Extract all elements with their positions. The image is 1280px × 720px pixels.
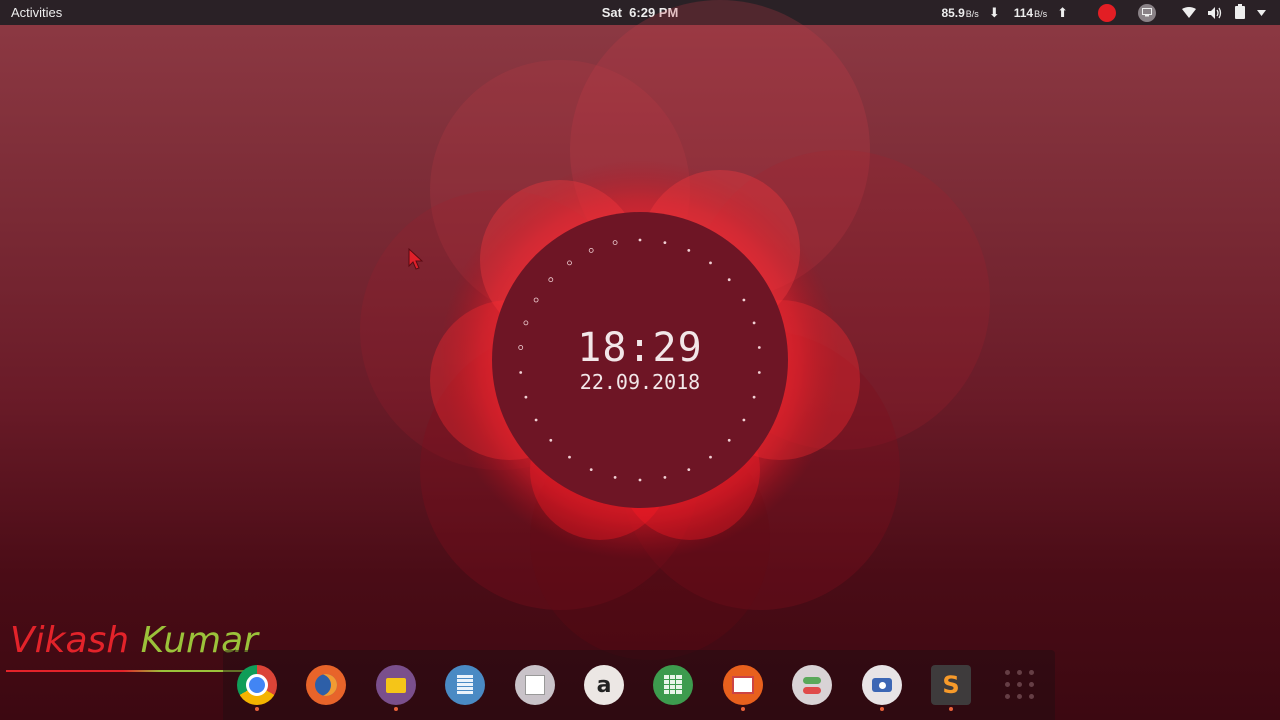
watermark: Vikash Kumar [10, 620, 258, 661]
desktop-clock-time: 18:29 [577, 325, 703, 371]
sublime-text-icon[interactable]: S [931, 665, 971, 705]
clock-tick [638, 478, 642, 482]
clock-tick [549, 438, 553, 442]
running-indicator [394, 707, 398, 711]
spreadsheet-icon[interactable] [653, 665, 693, 705]
running-indicator [255, 707, 259, 711]
dock: aS [223, 650, 1055, 720]
clock-tick [742, 418, 746, 422]
clock-tick [752, 395, 756, 399]
clock-tick [534, 418, 538, 422]
clock-tick [663, 241, 667, 245]
text-edit-app-icon[interactable] [515, 665, 555, 705]
clock-tick [638, 238, 642, 242]
running-indicator [741, 707, 745, 711]
clock-tick [663, 476, 667, 479]
amazon-icon[interactable]: a [584, 665, 624, 705]
running-indicator [880, 707, 884, 711]
chrome-icon[interactable] [237, 665, 277, 705]
desktop-clock-date: 22.09.2018 [579, 370, 701, 394]
clock-tick [613, 476, 617, 479]
clock-tick [752, 321, 756, 325]
mouse-cursor-icon [408, 248, 424, 270]
clock-tick [568, 455, 571, 459]
settings-toggle-icon[interactable] [792, 665, 832, 705]
presentation-icon[interactable] [723, 665, 763, 705]
clock-tick [687, 249, 691, 252]
clock-tick [727, 278, 731, 282]
watermark-first: Vikash [10, 620, 130, 661]
clock-tick [742, 298, 746, 302]
clock-tick [709, 455, 712, 459]
clock-tick [727, 438, 731, 442]
clock-tick [589, 468, 593, 471]
show-applications-icon[interactable] [1005, 670, 1035, 700]
firefox-icon[interactable] [306, 665, 346, 705]
clock-tick [524, 395, 528, 399]
clock-tick [687, 468, 691, 471]
clock-tick [709, 261, 712, 265]
files-icon[interactable] [376, 665, 416, 705]
screenshot-icon[interactable] [862, 665, 902, 705]
text-editor-icon[interactable] [445, 665, 485, 705]
running-indicator [949, 707, 953, 711]
